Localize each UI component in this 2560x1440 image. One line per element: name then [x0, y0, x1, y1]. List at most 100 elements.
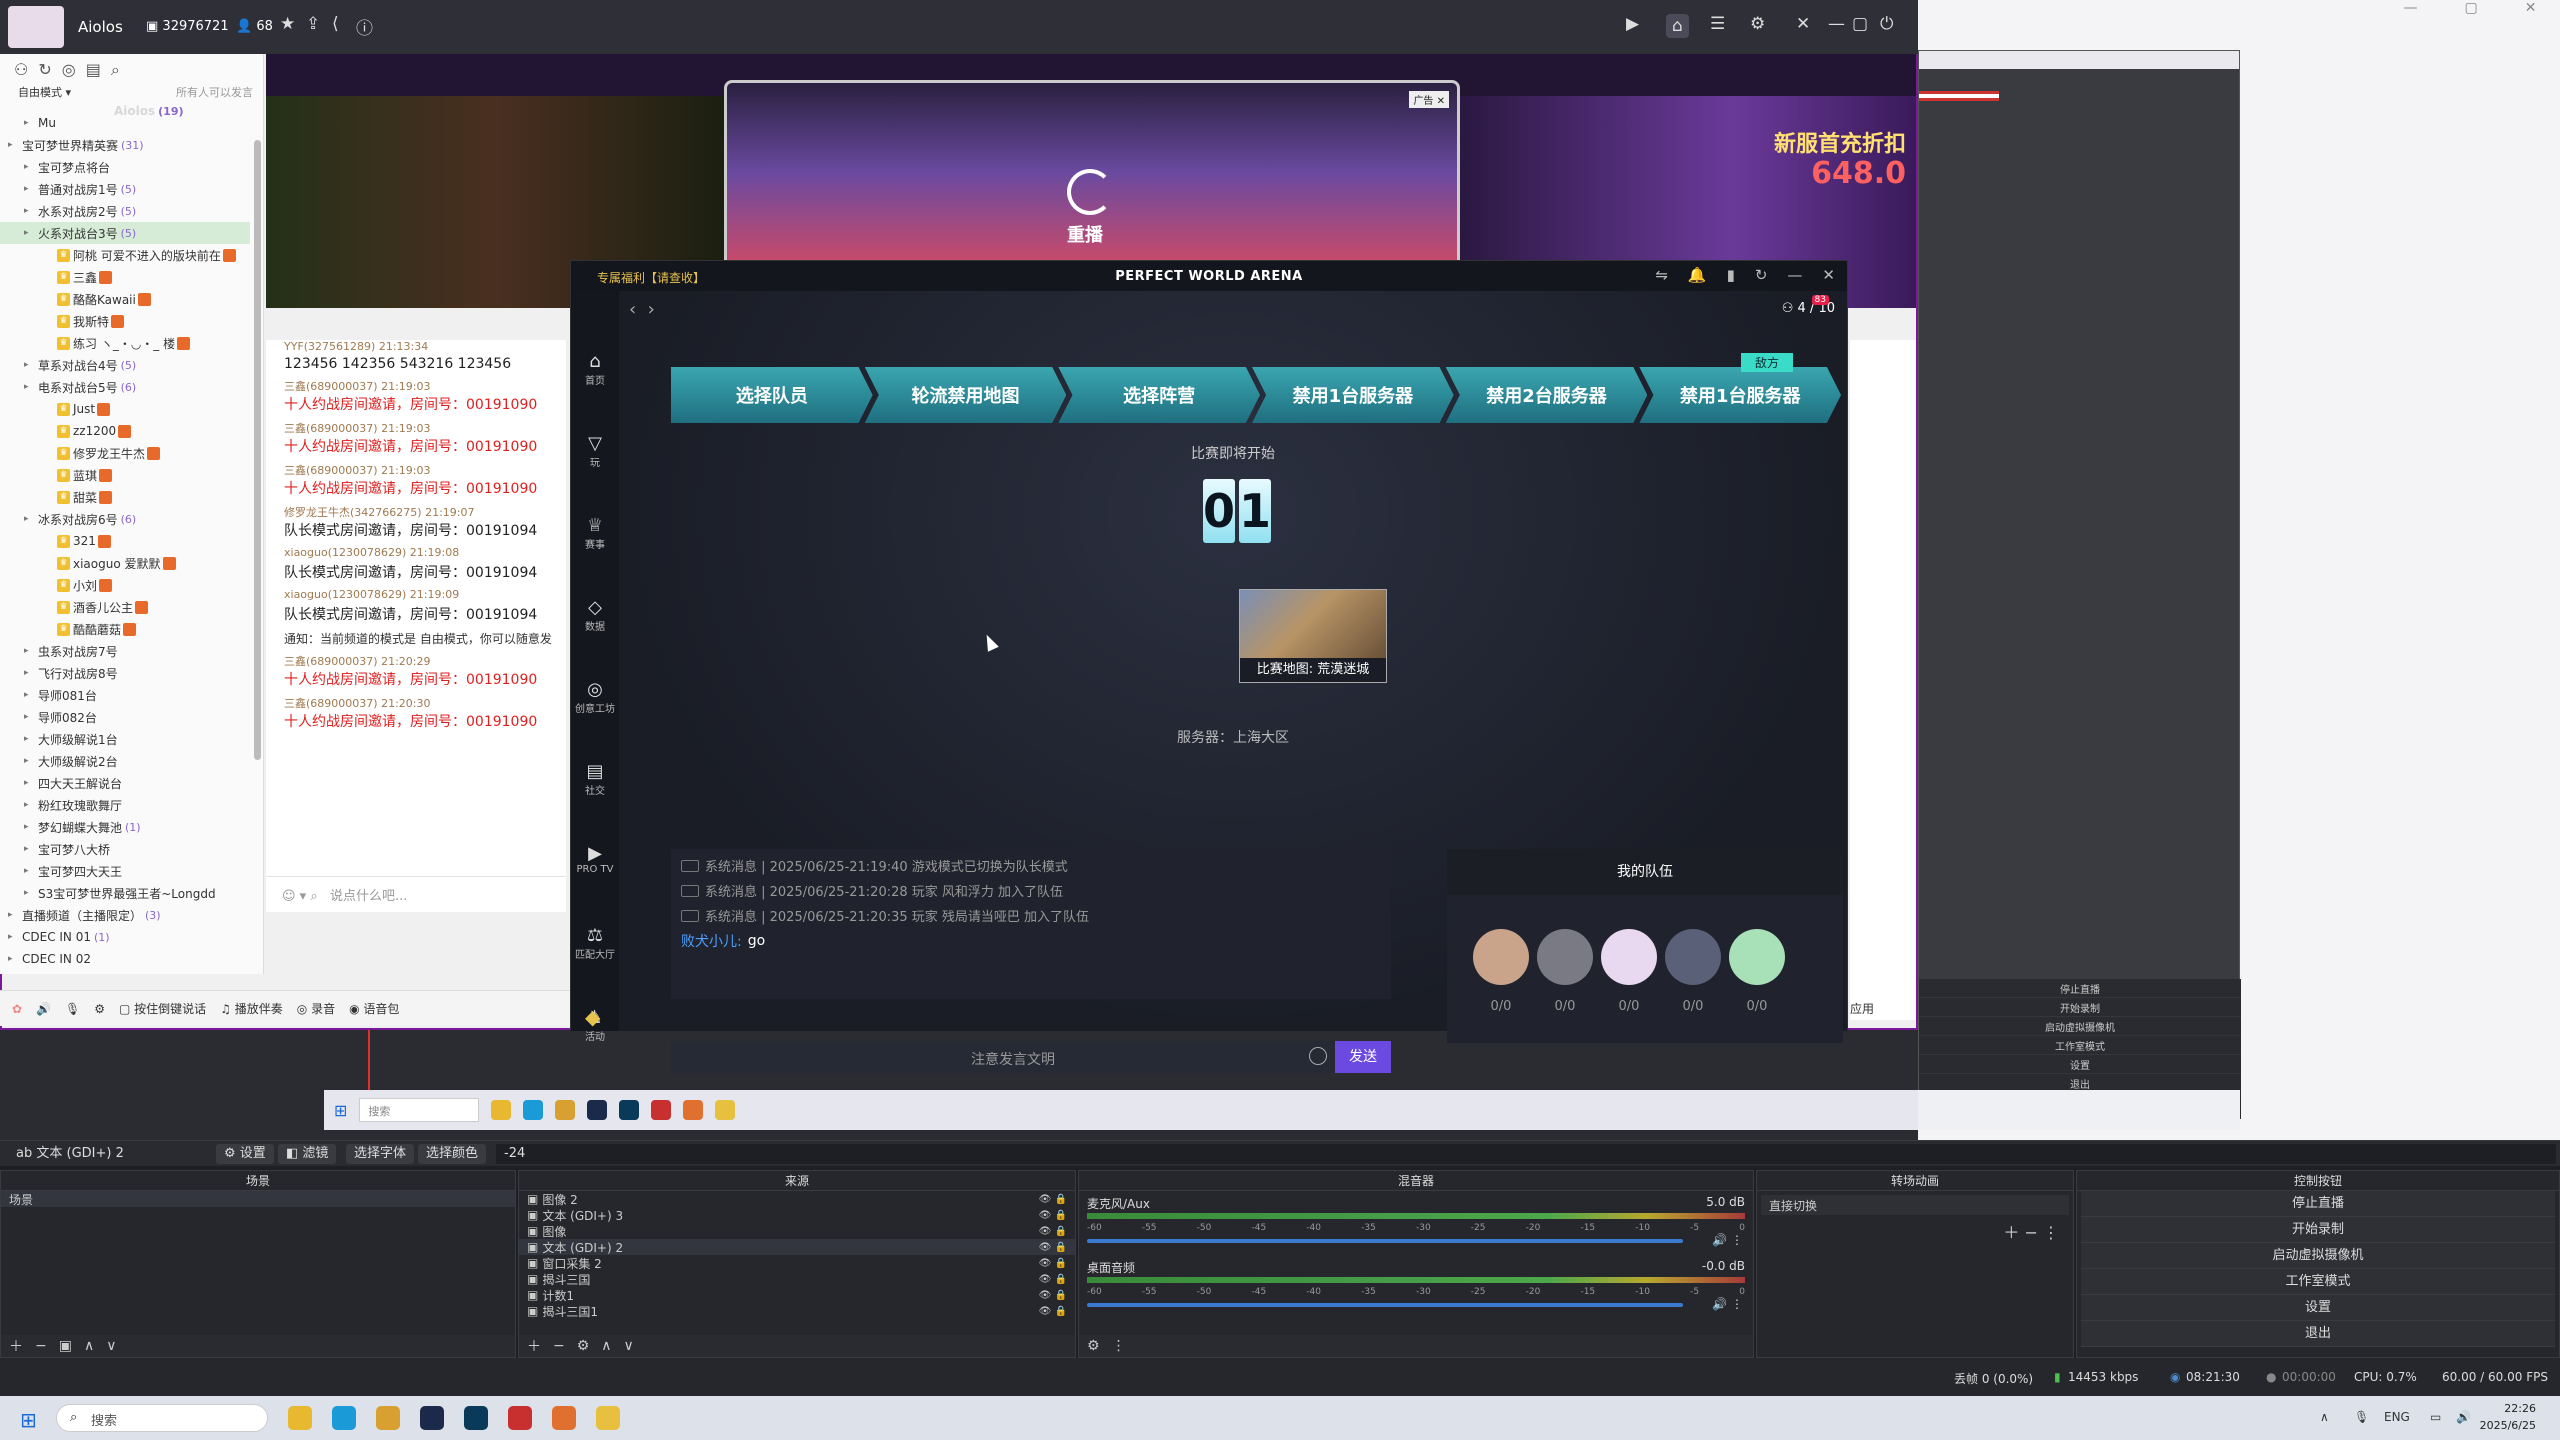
user-message-name[interactable]: 败犬小儿: — [681, 931, 742, 951]
pwa-diamond-icon[interactable]: ◆ — [585, 1005, 600, 1029]
tree-item[interactable]: ▸ 宝可梦世界精英赛 (31) — [0, 134, 250, 156]
start-icon[interactable]: ⊞ — [20, 1408, 37, 1432]
network-icon[interactable]: ▭ — [2430, 1410, 2441, 1424]
location-icon[interactable]: ◎ — [62, 60, 76, 79]
chat-sender[interactable]: xiaoguo(1230078629) 21:19:09 — [284, 588, 566, 604]
volume-fader[interactable] — [1087, 1303, 1683, 1307]
clock[interactable]: 22:26 2025/6/25 — [2480, 1400, 2536, 1434]
close-icon[interactable]: ✕ — [2525, 0, 2537, 22]
tree-expand-icon[interactable]: ▸ — [24, 118, 38, 128]
tree-expand-icon[interactable]: ▸ — [8, 910, 22, 920]
tree-item[interactable]: ▸ S3宝可梦世界最强王者~Longdd — [0, 882, 250, 904]
tree-item[interactable]: ♛ 酷酷蘑菇 — [0, 618, 250, 640]
tree-item[interactable]: ▸ 宝可梦点将台 — [0, 156, 250, 178]
back-forward-icon[interactable]: ‹ › — [629, 299, 655, 320]
team-player[interactable]: 0/0 — [1729, 929, 1785, 1014]
tool-icon[interactable]: ✕ — [1796, 14, 1810, 34]
up-icon[interactable]: ∧ — [84, 1338, 94, 1354]
nav-item[interactable]: ⚖ 匹配大厅 — [571, 925, 619, 961]
map-card[interactable]: 比赛地图: 荒漠迷城 — [1239, 589, 1387, 683]
tree-expand-icon[interactable]: ▸ — [24, 888, 38, 898]
tree-item[interactable]: ▸ 普通对战房1号 (5) — [0, 178, 250, 200]
visibility-icon[interactable]: 👁 🔒 — [1039, 1226, 1067, 1237]
source-item[interactable]: ▣ 窗口采集 2 👁 🔒 — [519, 1255, 1075, 1271]
home-icon[interactable]: ⌂ — [1666, 14, 1689, 38]
chat-sender[interactable]: 三鑫(689000037) 21:19:03 — [284, 420, 566, 436]
ptt-button[interactable]: ▢ 按住倒键说话 — [119, 1000, 206, 1017]
steam-icon[interactable] — [420, 1406, 444, 1430]
visibility-icon[interactable]: 👁 🔒 — [1039, 1306, 1067, 1317]
pwa-icon[interactable] — [596, 1406, 620, 1430]
tree-item[interactable]: ♛ xiaoguo 爱默默 — [0, 552, 250, 574]
notification-icon[interactable]: 🔔 — [1688, 266, 1707, 284]
tree-item[interactable]: ▸ 导师081台 — [0, 684, 250, 706]
minimize-icon[interactable]: — — [2404, 0, 2418, 22]
record-button[interactable]: ◎ 录音 — [297, 1000, 335, 1017]
visibility-icon[interactable]: 👁 🔒 — [1039, 1290, 1067, 1301]
tree-expand-icon[interactable]: ▸ — [24, 778, 38, 788]
list-icon[interactable]: ☰ — [1710, 14, 1725, 34]
tree-item[interactable]: ▸ 冰系对战房6号 (6) — [0, 508, 250, 530]
tree-item[interactable]: ♛ zz1200 — [0, 420, 250, 442]
nav-item[interactable]: ◇ 数据 — [571, 597, 619, 633]
language-indicator[interactable]: ENG — [2384, 1410, 2410, 1424]
visibility-icon[interactable]: 👁 🔒 — [1039, 1258, 1067, 1269]
nav-item[interactable]: ⌂ 首页 — [571, 351, 619, 387]
tree-item[interactable]: ▸ CDEC IN 01 (1) — [0, 926, 250, 948]
tree-expand-icon[interactable]: ▸ — [8, 954, 22, 964]
tree-item[interactable]: ▸ 电系对战台5号 (6) — [0, 376, 250, 398]
tree-expand-icon[interactable]: ▸ — [24, 228, 38, 238]
control-button[interactable]: 启动虚拟摄像机 — [2081, 1243, 2555, 1269]
tree-item[interactable]: ▸ CDEC IN 02 — [0, 948, 250, 970]
tree-item[interactable]: ▸ 直播频道（主播限定） (3) — [0, 904, 250, 926]
emoji-icon[interactable]: ☺ ▾ ⌕ — [282, 889, 318, 904]
explorer-icon[interactable] — [288, 1406, 312, 1430]
volume-icon[interactable]: 🔊 ⋮ — [1712, 1233, 1743, 1247]
tree-item[interactable]: ▸ 水系对战房2号 (5) — [0, 200, 250, 222]
tree-expand-icon[interactable]: ▸ — [24, 734, 38, 744]
maximize-icon[interactable]: ▢ — [2465, 0, 2478, 22]
signal-icon[interactable]: ▮ — [1727, 266, 1735, 284]
channel-name[interactable]: Aiolos — [78, 18, 123, 36]
player-avatar[interactable] — [1537, 929, 1593, 985]
chat-sender[interactable]: 三鑫(689000037) 21:20:29 — [284, 653, 566, 669]
team-player[interactable]: 0/0 — [1537, 929, 1593, 1014]
tree-expand-icon[interactable]: ▸ — [24, 822, 38, 832]
source-item[interactable]: ▣ 文本 (GDI+) 2 👁 🔒 — [519, 1239, 1075, 1255]
tree-item[interactable]: ♛ 酪酪Kawaii — [0, 288, 250, 310]
tree-expand-icon[interactable]: ▸ — [24, 162, 38, 172]
volume-icon[interactable]: 🔊 — [2456, 1410, 2471, 1424]
nav-item[interactable]: ◎ 创意工坊 — [571, 679, 619, 715]
tree-item[interactable]: ♛ 酒香儿公主 — [0, 596, 250, 618]
gear-icon[interactable]: ⚙ — [577, 1338, 590, 1354]
player-avatar[interactable] — [1601, 929, 1657, 985]
tree-item[interactable]: ▸ 大师级解说1台 — [0, 728, 250, 750]
add-icon[interactable]: ＋ — [2003, 1223, 2019, 1242]
tree-item[interactable]: ▸ 火系对战台3号 (5) — [0, 222, 250, 244]
lobby-chat-input[interactable]: 注意发言文明 发送 — [671, 1041, 1391, 1073]
tree-item[interactable]: ♛ 蓝琪 — [0, 464, 250, 486]
tree-item[interactable]: ▸ 四大天王解说台 — [0, 772, 250, 794]
tree-item[interactable]: ▸ Mu — [0, 112, 250, 134]
speaker-icon[interactable]: 🔊 — [36, 1002, 51, 1016]
tree-expand-icon[interactable]: ▸ — [8, 932, 22, 942]
tree-item[interactable]: ♛ 三鑫 — [0, 266, 250, 288]
gear-icon[interactable]: ⚙ — [1087, 1338, 1100, 1354]
yy-maximize-icon[interactable]: ▢ — [1852, 14, 1868, 34]
menu-icon[interactable]: ⋮ — [1112, 1338, 1126, 1354]
mic-icon[interactable]: 🎙 — [2354, 1410, 2369, 1424]
video-icon[interactable]: ▶ — [1626, 14, 1639, 34]
send-button[interactable]: 发送 — [1335, 1041, 1391, 1073]
filter-icon[interactable]: ▣ — [59, 1338, 72, 1354]
tree-item[interactable]: ▸ 草系对战台4号 (5) — [0, 354, 250, 376]
nav-item[interactable]: ♕ 赛事 — [571, 515, 619, 551]
ad-close-button[interactable]: 广告 ✕ — [1409, 91, 1449, 108]
control-button[interactable]: 退出 — [2081, 1321, 2555, 1347]
share-icon[interactable]: ⇪ — [306, 14, 320, 34]
chat-sender[interactable]: 三鑫(689000037) 21:19:03 — [284, 378, 566, 394]
app-button[interactable]: 应用 — [1850, 1000, 1874, 1017]
source-item[interactable]: ▣ 计数1 👁 🔒 — [519, 1287, 1075, 1303]
pwa-minimize-icon[interactable]: — — [1787, 266, 1802, 284]
refresh-icon[interactable]: ↻ — [38, 60, 51, 79]
tree-expand-icon[interactable]: ▸ — [24, 690, 38, 700]
